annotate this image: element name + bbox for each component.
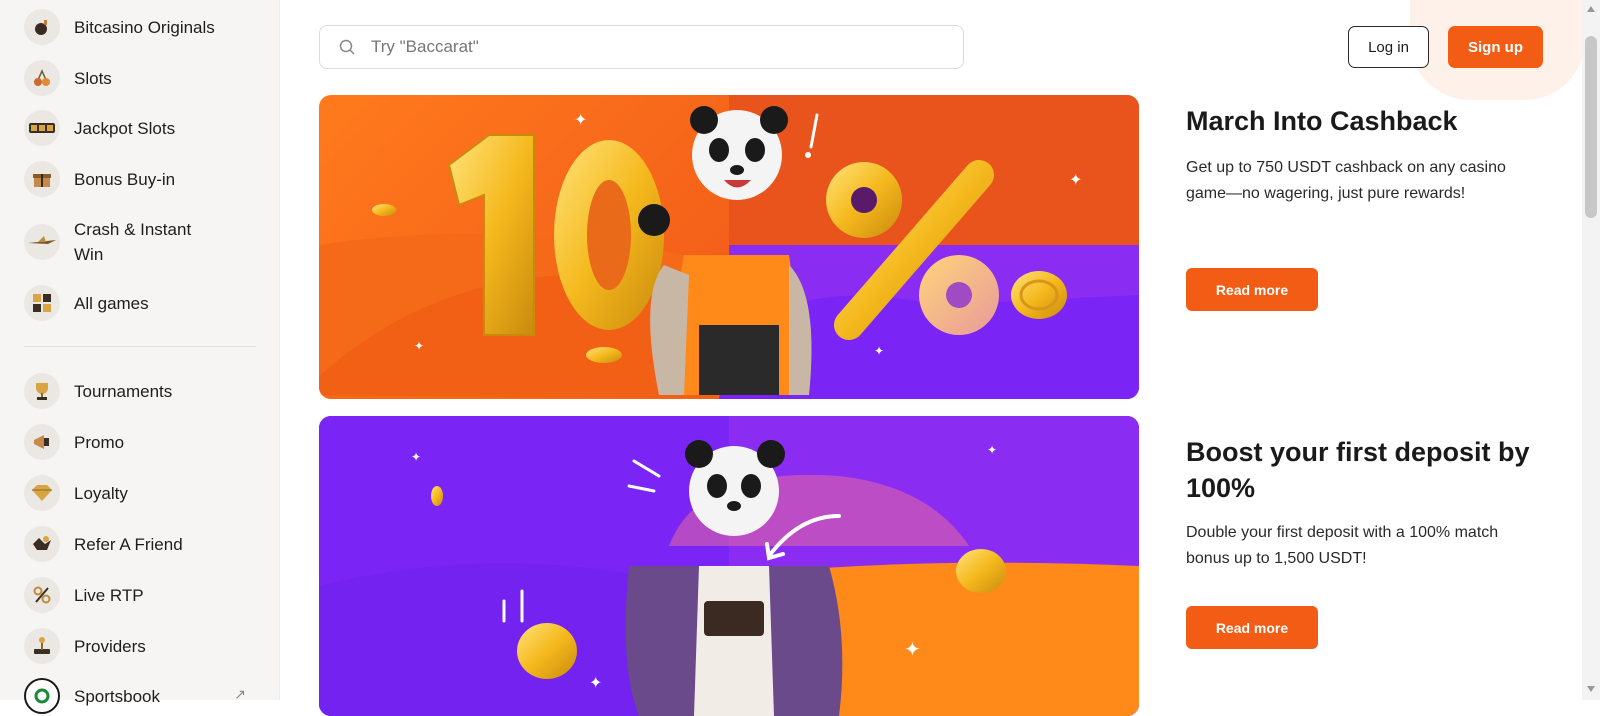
cherries-icon <box>24 60 60 96</box>
svg-text:✦: ✦ <box>904 637 921 661</box>
slot-reels-icon <box>24 110 60 146</box>
sidebar-item-slots[interactable]: Slots <box>24 60 264 96</box>
svg-text:✦: ✦ <box>574 110 587 129</box>
sidebar: Bitcasino Originals Slots Jackpot Slots … <box>0 0 280 714</box>
sidebar-item-tournaments[interactable]: Tournaments <box>24 373 264 409</box>
svg-text:✦: ✦ <box>874 344 884 358</box>
sidebar-item-all-games[interactable]: All games <box>24 285 264 321</box>
sidebar-item-label: Tournaments <box>74 381 173 401</box>
promo-title: Boost your first deposit by 100% <box>1186 437 1530 503</box>
scroll-up-arrow-icon[interactable] <box>1587 6 1595 12</box>
sidebar-item-crash-instant-win[interactable]: Crash & Instant Win <box>24 217 264 267</box>
sidebar-item-bonus-buy-in[interactable]: Bonus Buy-in <box>24 161 264 197</box>
svg-text:✦: ✦ <box>414 339 424 353</box>
read-more-button[interactable]: Read more <box>1186 606 1318 649</box>
sidebar-item-label: Jackpot Slots <box>74 118 176 138</box>
svg-text:✦: ✦ <box>1069 170 1082 189</box>
sidebar-item-loyalty[interactable]: Loyalty <box>24 475 264 511</box>
external-link-icon: ↗ <box>234 686 246 702</box>
sidebar-item-label: Sportsbook <box>74 686 160 706</box>
login-button[interactable]: Log in <box>1348 26 1429 68</box>
svg-text:✦: ✦ <box>411 450 421 464</box>
sidebar-item-providers[interactable]: Providers <box>24 628 264 664</box>
svg-text:✦: ✦ <box>589 673 602 692</box>
sidebar-item-refer-a-friend[interactable]: Refer A Friend <box>24 526 264 562</box>
banner-illustration: ✦ ✦ ✦ ✦ <box>319 416 1139 716</box>
sidebar-item-label: Slots <box>74 68 112 88</box>
gift-box-icon <box>24 161 60 197</box>
sidebar-item-label: Crash & Instant Win <box>74 220 192 264</box>
percent-icon <box>24 577 60 613</box>
sidebar-item-label: Refer A Friend <box>74 534 183 554</box>
sportsbook-icon <box>24 678 60 714</box>
sidebar-item-sportsbook[interactable]: Sportsbook ↗ <box>24 678 264 714</box>
svg-text:✦: ✦ <box>987 443 997 457</box>
sidebar-item-bitcasino-originals[interactable]: Bitcasino Originals <box>24 9 264 45</box>
promo-description: Get up to 750 USDT cashback on any casin… <box>1186 159 1506 202</box>
search-icon <box>339 39 355 55</box>
megaphone-icon <box>24 424 60 460</box>
sidebar-item-label: Loyalty <box>74 483 128 503</box>
promo-title: March Into Cashback <box>1186 106 1458 136</box>
read-more-button[interactable]: Read more <box>1186 268 1318 311</box>
hand-shake-icon <box>24 526 60 562</box>
scrollbar-thumb[interactable] <box>1585 36 1597 218</box>
promo-banner-cashback[interactable]: ✦ ✦ ✦ ✦ <box>319 95 1139 399</box>
diamond-icon <box>24 475 60 511</box>
sidebar-item-label: Live RTP <box>74 585 144 605</box>
banner-illustration: ✦ ✦ ✦ ✦ <box>319 95 1139 399</box>
sidebar-item-label: Bonus Buy-in <box>74 169 176 189</box>
joystick-icon <box>24 628 60 664</box>
sidebar-item-jackpot-slots[interactable]: Jackpot Slots <box>24 110 264 146</box>
promo-description: Double your first deposit with a 100% ma… <box>1186 524 1499 567</box>
sidebar-item-label: Promo <box>74 432 125 452</box>
grid-icon <box>24 285 60 321</box>
bomb-icon <box>24 9 60 45</box>
sidebar-item-live-rtp[interactable]: Live RTP <box>24 577 264 613</box>
search-bar[interactable] <box>319 25 964 69</box>
airplane-icon <box>24 224 60 260</box>
sidebar-item-label: All games <box>74 293 149 313</box>
sidebar-item-promo[interactable]: Promo <box>24 424 264 460</box>
scroll-down-arrow-icon[interactable] <box>1587 686 1595 692</box>
trophy-icon <box>24 373 60 409</box>
search-input[interactable] <box>369 36 933 58</box>
sidebar-item-label: Bitcasino Originals <box>74 17 215 37</box>
promo-banner-deposit[interactable]: ✦ ✦ ✦ ✦ <box>319 416 1139 716</box>
signup-button[interactable]: Sign up <box>1448 26 1543 68</box>
sidebar-item-label: Providers <box>74 636 146 656</box>
sidebar-divider <box>24 346 256 347</box>
